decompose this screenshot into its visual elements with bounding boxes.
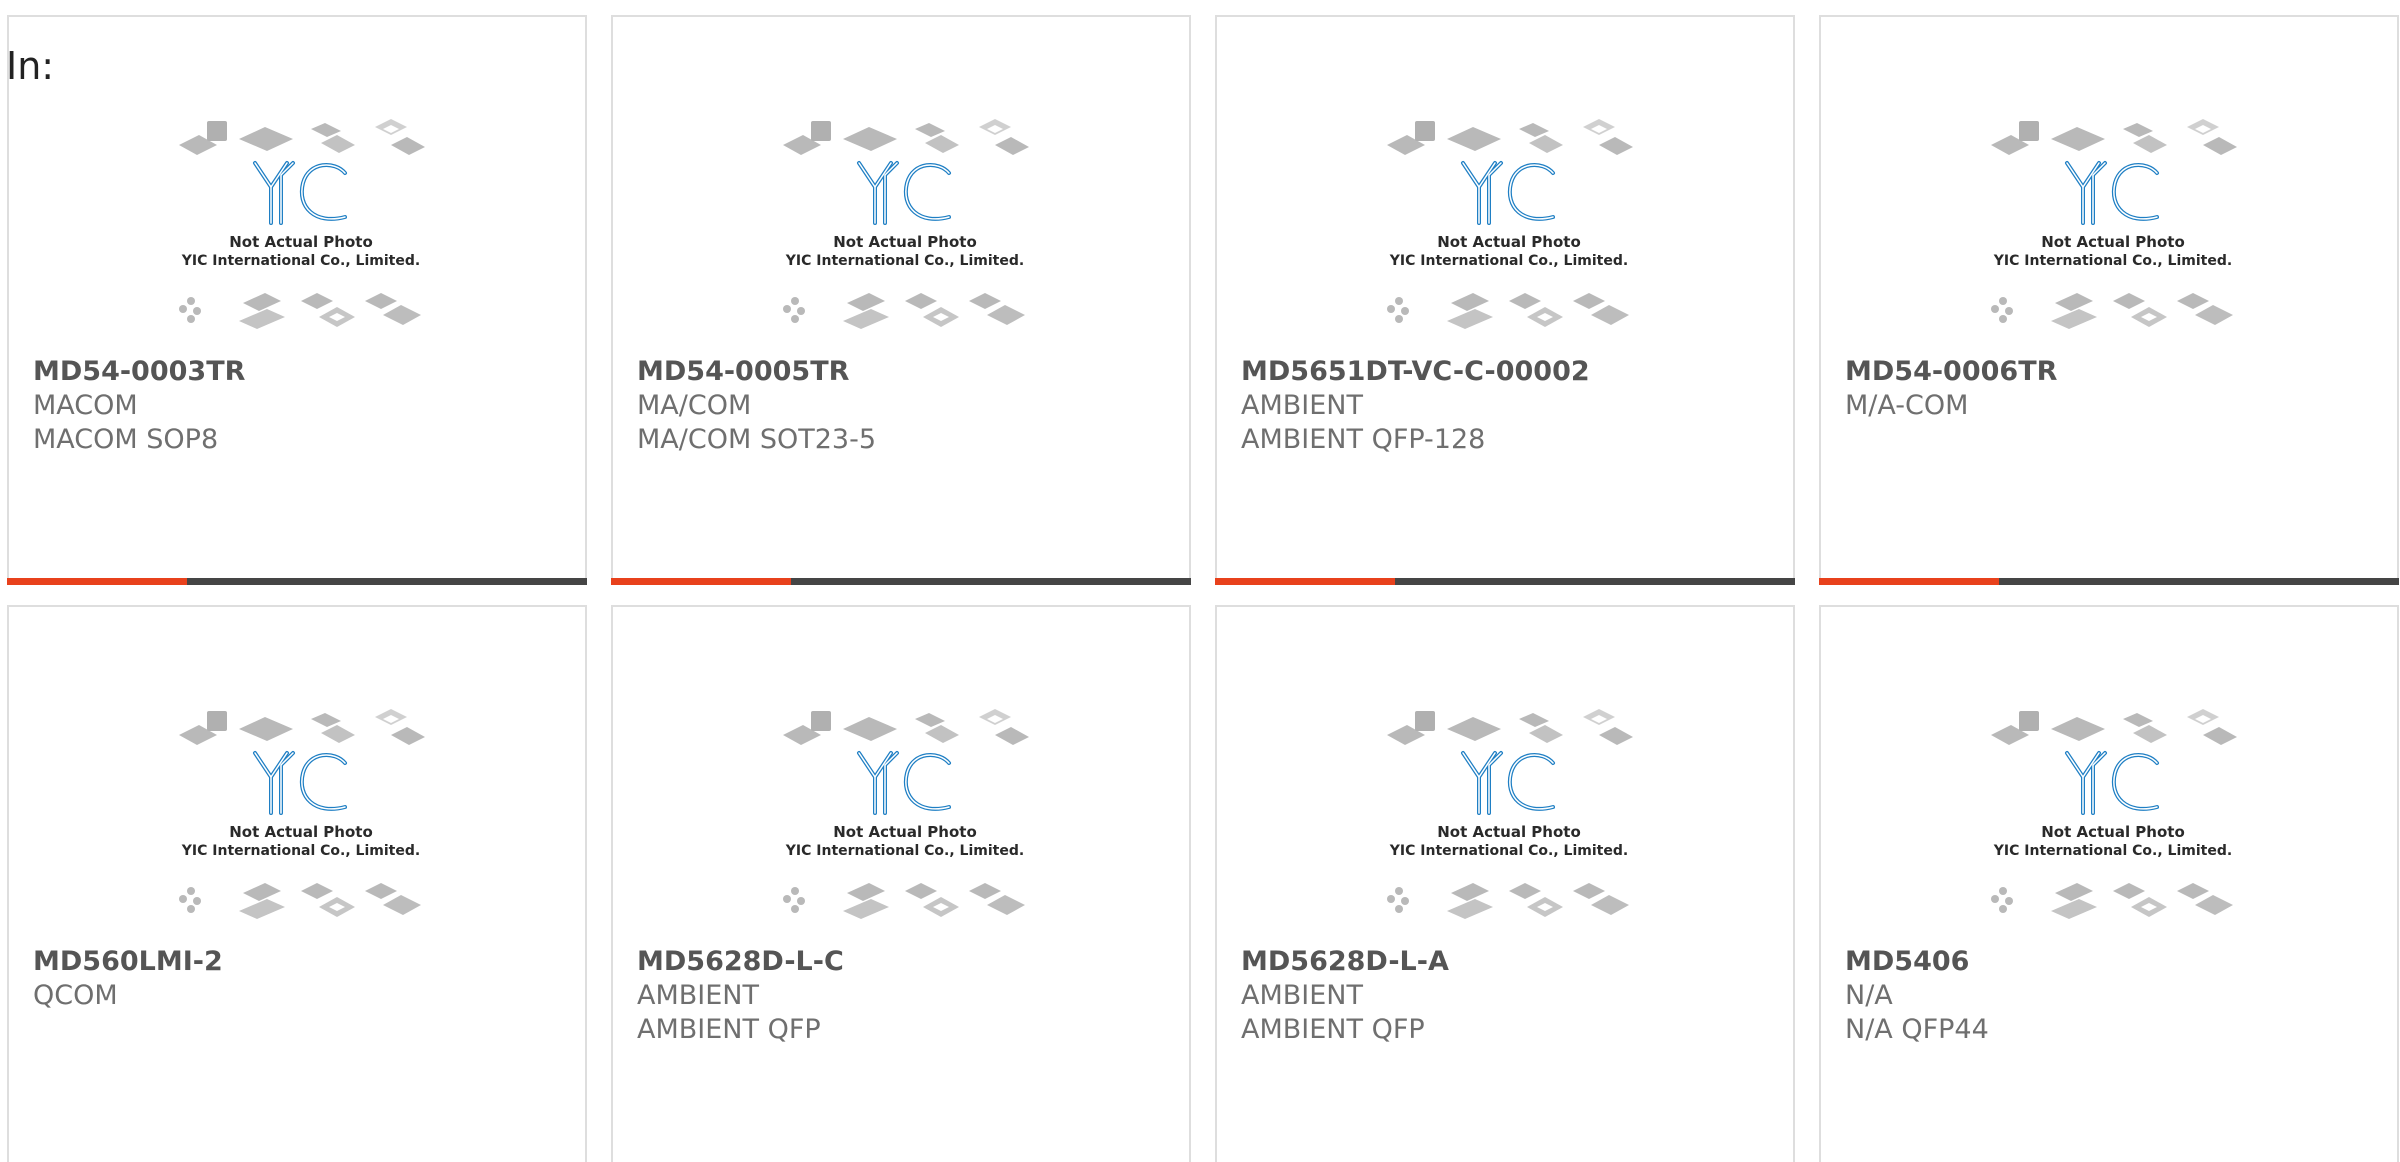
package: MACOM SOP8 <box>33 424 219 455</box>
placeholder-image: Not Actual Photo YIC International Co., … <box>179 709 425 919</box>
product-info: MD54-0003TR MACOM MACOM SOP8 <box>33 355 575 457</box>
part-number[interactable]: MD5628D-L-A <box>1241 945 1783 979</box>
caption-line1: Not Actual Photo <box>229 823 373 841</box>
package: MA/COM SOT23-5 <box>637 424 877 455</box>
product-info: MD5628D-L-A AMBIENT AMBIENT QFP <box>1241 945 1783 1047</box>
card-progress-bar <box>7 578 587 585</box>
card-progress-bar <box>1819 578 2399 585</box>
product-info: MD54-0006TR M/A-COM <box>1845 355 2387 423</box>
product-thumbnail[interactable]: Not Actual Photo YIC International Co., … <box>773 107 1038 342</box>
product-card[interactable]: Not Actual Photo YIC International Co., … <box>7 605 587 1162</box>
product-thumbnail[interactable]: Not Actual Photo YIC International Co., … <box>1981 107 2246 342</box>
caption-line1: Not Actual Photo <box>1437 823 1581 841</box>
part-number[interactable]: MD54-0006TR <box>1845 355 2387 389</box>
product-info: MD5628D-L-C AMBIENT AMBIENT QFP <box>637 945 1179 1047</box>
card-progress-bar <box>611 578 1191 585</box>
card-progress-accent <box>1819 578 1999 585</box>
part-number[interactable]: MD5406 <box>1845 945 2387 979</box>
manufacturer: M/A-COM <box>1845 390 1969 421</box>
part-number[interactable]: MD560LMI-2 <box>33 945 575 979</box>
placeholder-image: Not Actual Photo YIC International Co., … <box>1387 709 1633 919</box>
manufacturer: MACOM <box>33 390 138 421</box>
product-info: MD5651DT-VC-C-00002 AMBIENT AMBIENT QFP-… <box>1241 355 1783 457</box>
placeholder-image: Not Actual Photo YIC International Co., … <box>1387 119 1633 329</box>
part-number[interactable]: MD54-0005TR <box>637 355 1179 389</box>
card-progress-accent <box>1215 578 1395 585</box>
product-card[interactable]: Not Actual Photo YIC International Co., … <box>7 15 587 585</box>
manufacturer: QCOM <box>33 980 118 1011</box>
product-info: MD54-0005TR MA/COM MA/COM SOT23-5 <box>637 355 1179 457</box>
product-card[interactable]: Not Actual Photo YIC International Co., … <box>611 605 1191 1162</box>
caption-line2: YIC International Co., Limited. <box>785 843 1024 859</box>
caption-line2: YIC International Co., Limited. <box>1389 843 1628 859</box>
product-info: MD5406 N/A N/A QFP44 <box>1845 945 2387 1047</box>
manufacturer: AMBIENT <box>1241 390 1364 421</box>
card-progress-accent <box>611 578 791 585</box>
caption-line1: Not Actual Photo <box>833 823 977 841</box>
caption-line1: Not Actual Photo <box>833 233 977 251</box>
manufacturer: AMBIENT <box>1241 980 1364 1011</box>
caption-line2: YIC International Co., Limited. <box>1993 843 2232 859</box>
package: AMBIENT QFP <box>1241 1014 1425 1045</box>
filter-label: In: <box>6 44 55 88</box>
manufacturer: N/A <box>1845 980 1893 1011</box>
manufacturer: MA/COM <box>637 390 752 421</box>
product-grid-page: In: Not Actual Photo YIC International C… <box>0 0 2400 1162</box>
part-number[interactable]: MD5651DT-VC-C-00002 <box>1241 355 1783 389</box>
product-thumbnail[interactable]: Not Actual Photo YIC International Co., … <box>1981 697 2246 932</box>
manufacturer: AMBIENT <box>637 980 760 1011</box>
caption-line1: Not Actual Photo <box>2041 823 2185 841</box>
product-card[interactable]: Not Actual Photo YIC International Co., … <box>1819 15 2399 585</box>
product-card[interactable]: Not Actual Photo YIC International Co., … <box>1215 605 1795 1162</box>
card-progress-bar <box>1215 578 1795 585</box>
product-thumbnail[interactable]: Not Actual Photo YIC International Co., … <box>169 107 434 342</box>
caption-line2: YIC International Co., Limited. <box>785 253 1024 269</box>
product-card[interactable]: Not Actual Photo YIC International Co., … <box>1819 605 2399 1162</box>
placeholder-image: Not Actual Photo YIC International Co., … <box>783 119 1029 329</box>
product-card[interactable]: Not Actual Photo YIC International Co., … <box>611 15 1191 585</box>
product-thumbnail[interactable]: Not Actual Photo YIC International Co., … <box>169 697 434 932</box>
placeholder-image: Not Actual Photo YIC International Co., … <box>1991 709 2237 919</box>
placeholder-image: Not Actual Photo YIC International Co., … <box>783 709 1029 919</box>
part-number[interactable]: MD5628D-L-C <box>637 945 1179 979</box>
product-thumbnail[interactable]: Not Actual Photo YIC International Co., … <box>1377 697 1642 932</box>
package: N/A QFP44 <box>1845 1014 1989 1045</box>
card-progress-accent <box>7 578 187 585</box>
placeholder-image: Not Actual Photo YIC International Co., … <box>179 119 425 329</box>
product-thumbnail[interactable]: Not Actual Photo YIC International Co., … <box>1377 107 1642 342</box>
caption-line1: Not Actual Photo <box>229 233 373 251</box>
caption-line2: YIC International Co., Limited. <box>1389 253 1628 269</box>
product-info: MD560LMI-2 QCOM <box>33 945 575 1013</box>
product-card[interactable]: Not Actual Photo YIC International Co., … <box>1215 15 1795 585</box>
product-thumbnail[interactable]: Not Actual Photo YIC International Co., … <box>773 697 1038 932</box>
part-number[interactable]: MD54-0003TR <box>33 355 575 389</box>
placeholder-image: Not Actual Photo YIC International Co., … <box>1991 119 2237 329</box>
caption-line1: Not Actual Photo <box>2041 233 2185 251</box>
package: AMBIENT QFP-128 <box>1241 424 1486 455</box>
caption-line2: YIC International Co., Limited. <box>181 253 420 269</box>
caption-line2: YIC International Co., Limited. <box>1993 253 2232 269</box>
package: AMBIENT QFP <box>637 1014 821 1045</box>
caption-line2: YIC International Co., Limited. <box>181 843 420 859</box>
caption-line1: Not Actual Photo <box>1437 233 1581 251</box>
